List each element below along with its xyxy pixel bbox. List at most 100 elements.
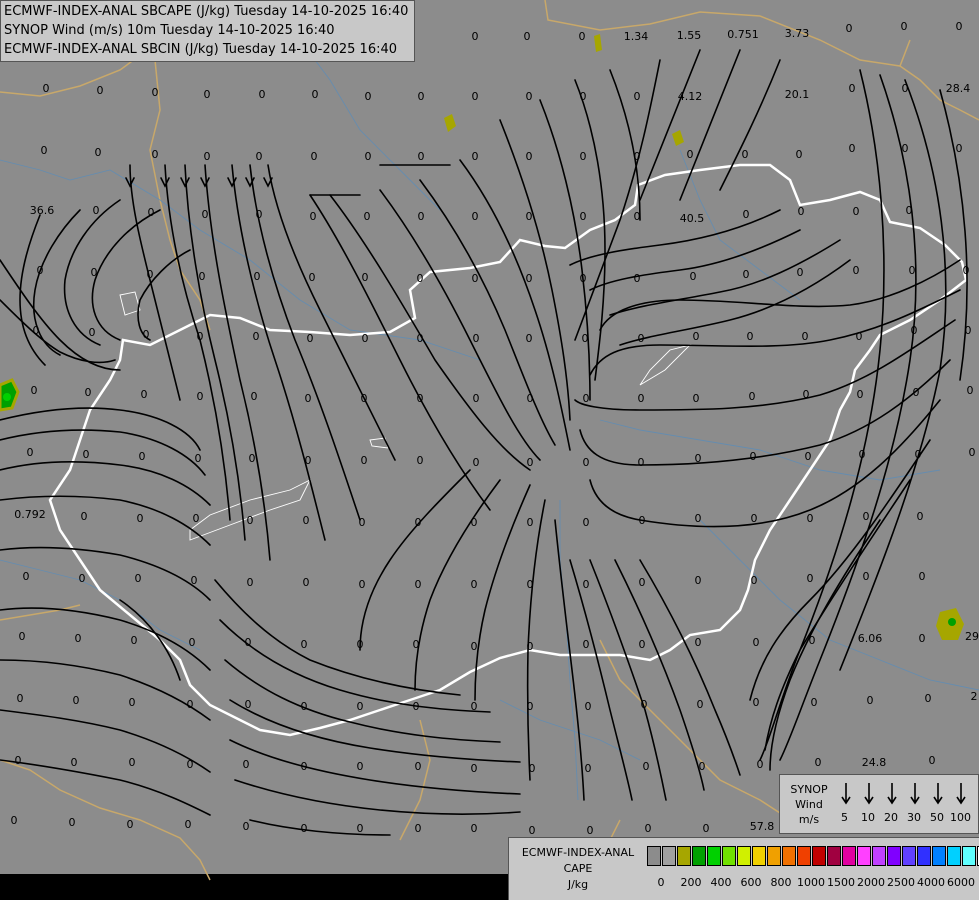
cape-value-label: 0	[81, 510, 88, 523]
cape-value-label: 1.55	[677, 29, 702, 42]
cape-swatch	[902, 846, 916, 866]
cape-value-label: 0	[357, 760, 364, 773]
cape-value-label: 0	[929, 754, 936, 767]
cape-value-label: 0	[97, 84, 104, 97]
cape-value-label: 0	[807, 512, 814, 525]
cape-swatch	[887, 846, 901, 866]
cape-value-label: 0	[43, 82, 50, 95]
cape-value-label: 0	[638, 332, 645, 345]
cape-value-label: 0	[587, 824, 594, 837]
cape-value-label: 0	[526, 272, 533, 285]
cape-value-label: 0	[127, 818, 134, 831]
cape-value-label: 0	[529, 824, 536, 837]
cape-swatch	[812, 846, 826, 866]
synop-value-50: 50	[930, 811, 944, 824]
cape-value-label: 0	[803, 388, 810, 401]
cape-value-label: 0	[699, 760, 706, 773]
cape-value-label: 0	[418, 210, 425, 223]
map-canvas: 0 0 0 0 0 0 0 0 0 0 0 0 0 0 0 0 0 0 1.34 1.55 0.751 3.73 4.12 2…	[0, 0, 979, 900]
cape-value-label: 0	[137, 512, 144, 525]
cape-value-label: 0	[524, 30, 531, 43]
cape-value-label: 0	[256, 150, 263, 163]
cape-value-label: 0	[359, 516, 366, 529]
cape-value-label: 0	[357, 638, 364, 651]
cape-value-label: 0	[413, 638, 420, 651]
cape-value-label: 0	[811, 696, 818, 709]
cape-value-label: 0	[129, 696, 136, 709]
cape-value-label: 0	[527, 640, 534, 653]
cape-swatch	[767, 846, 781, 866]
cape-swatch	[677, 846, 691, 866]
cape-value-label: 0	[361, 454, 368, 467]
cape-value-label: 0	[152, 86, 159, 99]
cape-value-label: 0	[867, 694, 874, 707]
cape-value-label: 0	[582, 332, 589, 345]
cape-value-label: 0	[11, 814, 18, 827]
cape-value-label: 0	[185, 818, 192, 831]
cape-value-label: 0	[751, 574, 758, 587]
cape-value-label: 0	[750, 450, 757, 463]
cape-value-label: 0	[580, 90, 587, 103]
cape-tick-label: 1500	[827, 876, 855, 889]
cape-value-label: 0	[471, 700, 478, 713]
cape-value-label: 0	[301, 638, 308, 651]
cape-value-label: 0	[634, 272, 641, 285]
cape-value-label: 0	[526, 210, 533, 223]
weather-map[interactable]: 0 0 0 0 0 0 0 0 0 0 0 0 0 0 0 0 0 0 1.34 1.55 0.751 3.73 4.12 2…	[0, 0, 979, 900]
cape-swatch	[827, 846, 841, 866]
cape-value-label: 0	[473, 332, 480, 345]
cape-value-label: 0	[359, 578, 366, 591]
cape-value-label: 0	[17, 692, 24, 705]
cape-value-label: 28.4	[946, 82, 971, 95]
cape-value-label: 40.5	[680, 212, 705, 225]
cape-value-label: 0	[254, 270, 261, 283]
cape-value-label: 0	[37, 264, 44, 277]
cape-value-label: 0	[703, 822, 710, 835]
cape-value-label: 0	[805, 450, 812, 463]
cape-value-label: 0	[643, 760, 650, 773]
cape-value-label: 0	[413, 700, 420, 713]
cape-value-label: 0	[152, 148, 159, 161]
cape-value-label: 0	[365, 150, 372, 163]
cape-tick-label: 2500	[887, 876, 915, 889]
cape-value-label: 0	[909, 264, 916, 277]
cape-value-label: 0	[913, 386, 920, 399]
cape-value-label: 0	[73, 694, 80, 707]
cape-value-label: 0	[527, 578, 534, 591]
cape-value-label: 0	[362, 271, 369, 284]
cape-value-label: 6.06	[858, 632, 883, 645]
cape-value-label: 0	[641, 698, 648, 711]
cape-value-label: 0	[415, 578, 422, 591]
cape-value-label: 0	[79, 572, 86, 585]
cape-value-label: 0	[310, 210, 317, 223]
cape-value-label: 0	[526, 150, 533, 163]
cape-value-label: 0	[202, 208, 209, 221]
cape-value-label: 0	[195, 452, 202, 465]
cape-value-label: 36.6	[30, 204, 55, 217]
cape-value-label: 0	[906, 204, 913, 217]
cape-value-label: 0	[857, 388, 864, 401]
cape-value-label: 0	[472, 30, 479, 43]
cape-tick-label: 4000	[917, 876, 945, 889]
cape-value-label: 0	[583, 578, 590, 591]
cape-value-label: 0	[357, 700, 364, 713]
cape-value-label: 0	[925, 692, 932, 705]
title-line-sbcin: ECMWF-INDEX-ANAL SBCIN (J/kg) Tuesday 14…	[4, 42, 398, 57]
cape-value-label: 0	[362, 332, 369, 345]
cape-value-label: 0	[472, 272, 479, 285]
cape-value-label: 0	[417, 272, 424, 285]
cape-value-label: 0	[967, 384, 974, 397]
cape-value-label: 0	[580, 272, 587, 285]
cape-value-label: 0	[307, 332, 314, 345]
cape-value-label: 0	[697, 698, 704, 711]
cape-value-label: 0	[187, 698, 194, 711]
cape-value-label: 0	[129, 756, 136, 769]
cape-value-label: 0	[33, 324, 40, 337]
cape-value-label: 0	[89, 326, 96, 339]
cape-value-label: 0	[863, 510, 870, 523]
cape-value-label: 0	[579, 30, 586, 43]
cape-value-label: 0	[309, 271, 316, 284]
cape-value-label: 0	[472, 90, 479, 103]
cape-value-label: 0	[526, 332, 533, 345]
cape-value-label: 0	[249, 452, 256, 465]
